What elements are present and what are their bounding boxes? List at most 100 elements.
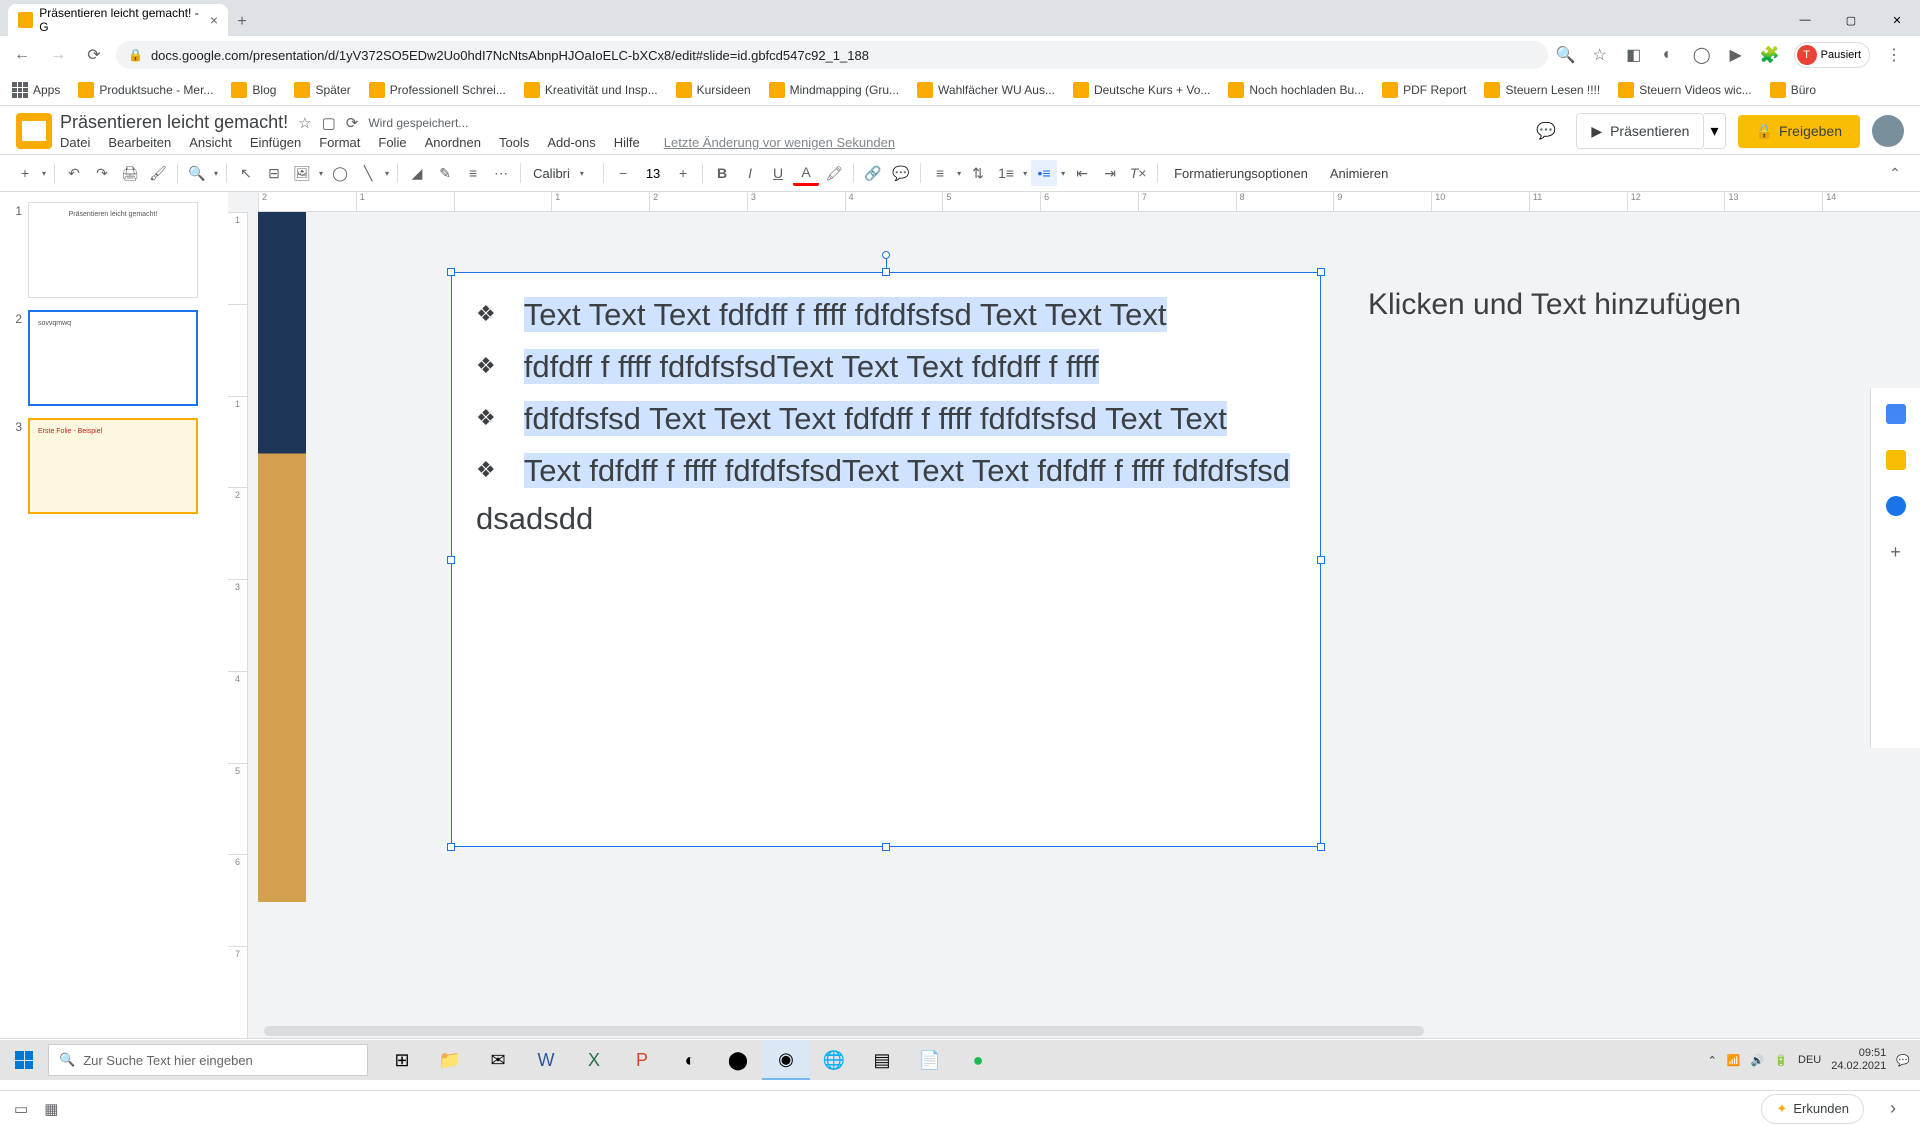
doc-title[interactable]: Präsentieren leicht gemacht! <box>60 112 288 133</box>
bookmark-item[interactable]: Noch hochladen Bu... <box>1228 82 1364 98</box>
taskbar-search[interactable]: 🔍 Zur Suche Text hier eingeben <box>48 1044 368 1076</box>
wifi-icon[interactable]: 📶 <box>1727 1054 1741 1067</box>
resize-handle[interactable] <box>447 268 455 276</box>
edge-icon[interactable]: 🌐 <box>810 1040 858 1080</box>
format-options-button[interactable]: Formatierungsoptionen <box>1164 166 1318 181</box>
menu-anordnen[interactable]: Anordnen <box>425 135 481 150</box>
app-icon[interactable]: ▤ <box>858 1040 906 1080</box>
menu-datei[interactable]: Datei <box>60 135 90 150</box>
next-arrow-button[interactable]: › <box>1880 1098 1906 1119</box>
add-addon-icon[interactable]: + <box>1890 542 1901 563</box>
tray-chevron-icon[interactable]: ⌃ <box>1708 1054 1717 1067</box>
apps-button[interactable]: Apps <box>12 82 60 98</box>
keep-icon[interactable] <box>1886 450 1906 470</box>
extensions-icon[interactable]: 🧩 <box>1760 45 1780 65</box>
font-size-increase[interactable]: + <box>670 160 696 186</box>
ext3-icon[interactable]: ◯ <box>1692 45 1712 65</box>
menu-bearbeiten[interactable]: Bearbeiten <box>108 135 171 150</box>
excel-icon[interactable]: X <box>570 1040 618 1080</box>
plain-text-line[interactable]: dsadsdd <box>476 501 1296 537</box>
zoom-dropdown[interactable]: ▾ <box>212 169 220 178</box>
word-icon[interactable]: W <box>522 1040 570 1080</box>
menu-addons[interactable]: Add-ons <box>547 135 595 150</box>
back-button[interactable]: ← <box>8 41 36 69</box>
star-icon[interactable]: ☆ <box>1590 45 1610 65</box>
menu-icon[interactable]: ⋮ <box>1884 45 1904 65</box>
resize-handle[interactable] <box>1317 556 1325 564</box>
mail-icon[interactable]: ✉ <box>474 1040 522 1080</box>
bookmark-item[interactable]: Professionell Schrei... <box>369 82 506 98</box>
bulleted-list-button[interactable]: •≡ <box>1031 160 1057 186</box>
forward-button[interactable]: → <box>44 41 72 69</box>
link-button[interactable]: 🔗 <box>860 160 886 186</box>
menu-folie[interactable]: Folie <box>378 135 406 150</box>
bookmark-item[interactable]: Wahlfächer WU Aus... <box>917 82 1055 98</box>
bookmark-item[interactable]: Deutsche Kurs + Vo... <box>1073 82 1210 98</box>
font-size-input[interactable]: 13 <box>638 166 668 181</box>
bookmark-item[interactable]: PDF Report <box>1382 82 1466 98</box>
menu-einfuegen[interactable]: Einfügen <box>250 135 301 150</box>
chrome-icon[interactable]: ◉ <box>762 1040 810 1080</box>
resize-handle[interactable] <box>1317 268 1325 276</box>
menu-tools[interactable]: Tools <box>499 135 529 150</box>
maximize-button[interactable]: ▢ <box>1828 4 1874 36</box>
star-doc-icon[interactable]: ☆ <box>298 114 311 132</box>
align-button[interactable]: ≡ <box>927 160 953 186</box>
menu-hilfe[interactable]: Hilfe <box>614 135 640 150</box>
battery-icon[interactable]: 🔋 <box>1774 1054 1788 1067</box>
animate-button[interactable]: Animieren <box>1320 166 1399 181</box>
last-edit-link[interactable]: Letzte Änderung vor wenigen Sekunden <box>664 135 895 150</box>
border-color-button[interactable]: ✎ <box>432 160 458 186</box>
spotify-icon[interactable]: ● <box>954 1040 1002 1080</box>
app-icon[interactable]: ◐ <box>666 1040 714 1080</box>
bookmark-item[interactable]: Blog <box>231 82 276 98</box>
bookmark-item[interactable]: Mindmapping (Gru... <box>769 82 899 98</box>
italic-button[interactable]: I <box>737 160 763 186</box>
notepad-icon[interactable]: 📄 <box>906 1040 954 1080</box>
resize-handle[interactable] <box>1317 843 1325 851</box>
profile-badge[interactable]: T Pausiert <box>1794 42 1870 68</box>
menu-format[interactable]: Format <box>319 135 360 150</box>
border-dash-button[interactable]: ⋯ <box>488 160 514 186</box>
redo-button[interactable]: ↷ <box>89 160 115 186</box>
rotate-handle[interactable] <box>882 251 890 259</box>
print-button[interactable]: 🖨 <box>117 160 143 186</box>
bookmark-item[interactable]: Kreativität und Insp... <box>524 82 658 98</box>
paint-format-button[interactable]: 🖌 <box>145 160 171 186</box>
powerpoint-icon[interactable]: P <box>618 1040 666 1080</box>
bookmark-item[interactable]: Kursideen <box>676 82 751 98</box>
select-tool[interactable]: ↖ <box>233 160 259 186</box>
explore-button[interactable]: ✦ Erkunden <box>1761 1094 1864 1124</box>
ext2-icon[interactable]: ◐ <box>1658 45 1678 65</box>
obs-icon[interactable]: ⬤ <box>714 1040 762 1080</box>
comments-button[interactable]: 💬 <box>1528 113 1564 149</box>
comment-button[interactable]: 💬 <box>888 160 914 186</box>
account-avatar[interactable] <box>1872 115 1904 147</box>
present-dropdown[interactable]: ▾ <box>1704 113 1725 149</box>
shape-tool[interactable]: ◯ <box>327 160 353 186</box>
bookmark-item[interactable]: Steuern Lesen !!!! <box>1484 82 1600 98</box>
share-button[interactable]: 🔒 Freigeben <box>1738 115 1860 148</box>
textbox-tool[interactable]: ⊟ <box>261 160 287 186</box>
language-indicator[interactable]: DEU <box>1798 1054 1821 1066</box>
bold-button[interactable]: B <box>709 160 735 186</box>
line-spacing-button[interactable]: ⇅ <box>965 160 991 186</box>
bullet-list[interactable]: ❖Text Text Text fdfdff f ffff fdfdfsfsd … <box>476 291 1296 495</box>
menu-ansicht[interactable]: Ansicht <box>189 135 232 150</box>
calendar-icon[interactable] <box>1886 404 1906 424</box>
horizontal-ruler[interactable]: 211234567891011121314 <box>258 192 1920 212</box>
numbered-list-button[interactable]: 1≡ <box>993 160 1019 186</box>
start-button[interactable] <box>0 1040 48 1080</box>
tasks-icon[interactable] <box>1886 496 1906 516</box>
cloud-icon[interactable]: ⟳ <box>346 114 359 132</box>
present-button[interactable]: ▶ Präsentieren <box>1576 113 1704 149</box>
slide-thumbnail-3[interactable]: Erste Folie - Beispiel <box>28 418 198 514</box>
font-select[interactable]: Calibri▾ <box>527 166 597 181</box>
clock[interactable]: 09:51 24.02.2021 <box>1831 1047 1886 1073</box>
underline-button[interactable]: U <box>765 160 791 186</box>
address-bar[interactable]: 🔒 docs.google.com/presentation/d/1yV372S… <box>116 41 1548 69</box>
task-view-icon[interactable]: ⊞ <box>378 1040 426 1080</box>
notifications-icon[interactable]: 💬 <box>1896 1054 1910 1067</box>
undo-button[interactable]: ↶ <box>61 160 87 186</box>
bookmark-item[interactable]: Büro <box>1770 82 1816 98</box>
